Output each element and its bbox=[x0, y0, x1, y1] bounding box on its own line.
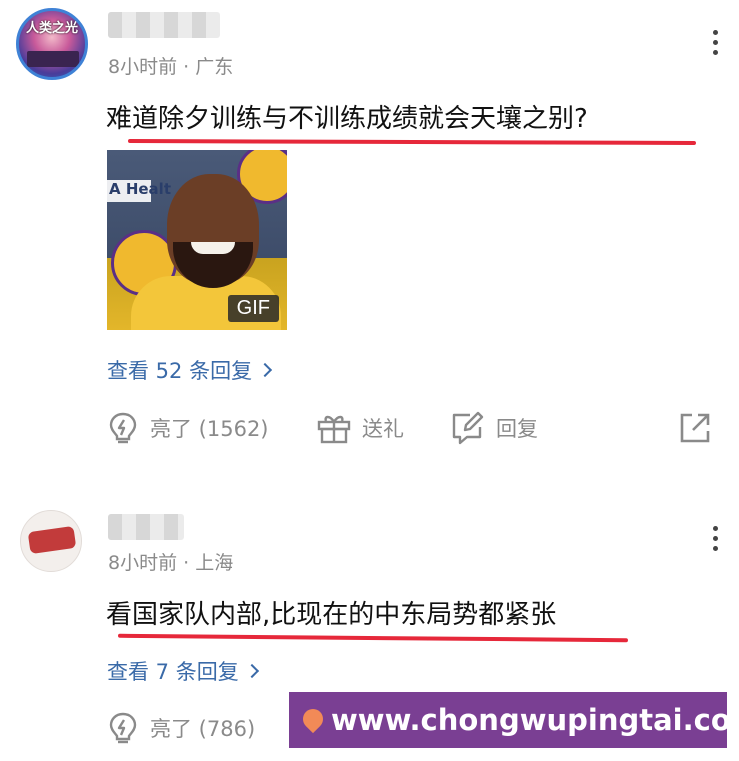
edit-reply-icon bbox=[452, 411, 484, 445]
view-replies-label: 查看 52 条回复 bbox=[107, 359, 253, 383]
username-blurred[interactable] bbox=[108, 12, 220, 38]
watermark-text: www.chongwupingtai.com bbox=[331, 703, 739, 737]
more-vertical-icon[interactable] bbox=[713, 30, 719, 60]
view-replies-link[interactable]: 查看 7 条回复 bbox=[107, 656, 259, 686]
red-underline-annotation bbox=[117, 633, 629, 643]
meta-separator: · bbox=[177, 56, 196, 78]
comment-actions: 亮了 (1562) 送礼 回复 bbox=[106, 408, 722, 448]
site-watermark: www.chongwupingtai.com bbox=[289, 692, 739, 748]
avatar-badge bbox=[27, 525, 77, 555]
lightbulb-icon bbox=[109, 412, 137, 444]
chevron-right-icon bbox=[258, 362, 273, 378]
comment-location: 上海 bbox=[195, 552, 234, 574]
comment-meta: 8小时前 · 广东 bbox=[108, 52, 233, 79]
location-pin-icon bbox=[298, 704, 328, 734]
lightbulb-icon bbox=[109, 712, 137, 744]
user-avatar[interactable]: 人类之光 bbox=[16, 8, 88, 80]
share-button[interactable] bbox=[678, 408, 722, 448]
reply-label: 回复 bbox=[496, 417, 538, 441]
comment-item: 人类之光 8小时前 · 广东 难道除夕训练与不训练成绩就会天壤之别? A Hea… bbox=[0, 0, 739, 478]
meta-separator: · bbox=[177, 552, 196, 574]
comment-text: 看国家队内部,比现在的中东局势都紧张 bbox=[106, 600, 557, 630]
gift-icon bbox=[317, 415, 351, 444]
like-count: 亮了 (1562) bbox=[150, 417, 269, 441]
comment-location: 广东 bbox=[195, 56, 234, 78]
chevron-right-icon bbox=[244, 663, 259, 679]
share-icon bbox=[680, 413, 710, 443]
player-smile bbox=[191, 242, 235, 254]
avatar-skyline bbox=[27, 51, 79, 67]
gift-button[interactable]: 送礼 bbox=[316, 408, 404, 448]
gif-image[interactable]: A Healt GIF bbox=[107, 150, 287, 330]
comment-time: 8小时前 bbox=[108, 552, 178, 574]
username-blurred[interactable] bbox=[108, 514, 184, 540]
comment-text: 难道除夕训练与不训练成绩就会天壤之别? bbox=[106, 104, 588, 134]
comment-meta: 8小时前 · 上海 bbox=[108, 548, 233, 575]
like-button[interactable]: 亮了 (786) bbox=[106, 708, 255, 748]
gif-badge: GIF bbox=[227, 295, 279, 322]
reply-button[interactable]: 回复 bbox=[450, 408, 538, 448]
avatar-caption: 人类之光 bbox=[25, 21, 78, 36]
gift-label: 送礼 bbox=[362, 417, 404, 441]
user-avatar[interactable] bbox=[20, 510, 82, 572]
view-replies-label: 查看 7 条回复 bbox=[107, 660, 239, 684]
comment-time: 8小时前 bbox=[108, 56, 178, 78]
like-button[interactable]: 亮了 (1562) bbox=[106, 408, 269, 448]
red-underline-annotation bbox=[127, 139, 697, 145]
gif-banner-text: A Healt bbox=[109, 180, 171, 198]
more-vertical-icon[interactable] bbox=[713, 526, 719, 556]
like-count: 亮了 (786) bbox=[150, 717, 256, 741]
view-replies-link[interactable]: 查看 52 条回复 bbox=[107, 355, 273, 385]
